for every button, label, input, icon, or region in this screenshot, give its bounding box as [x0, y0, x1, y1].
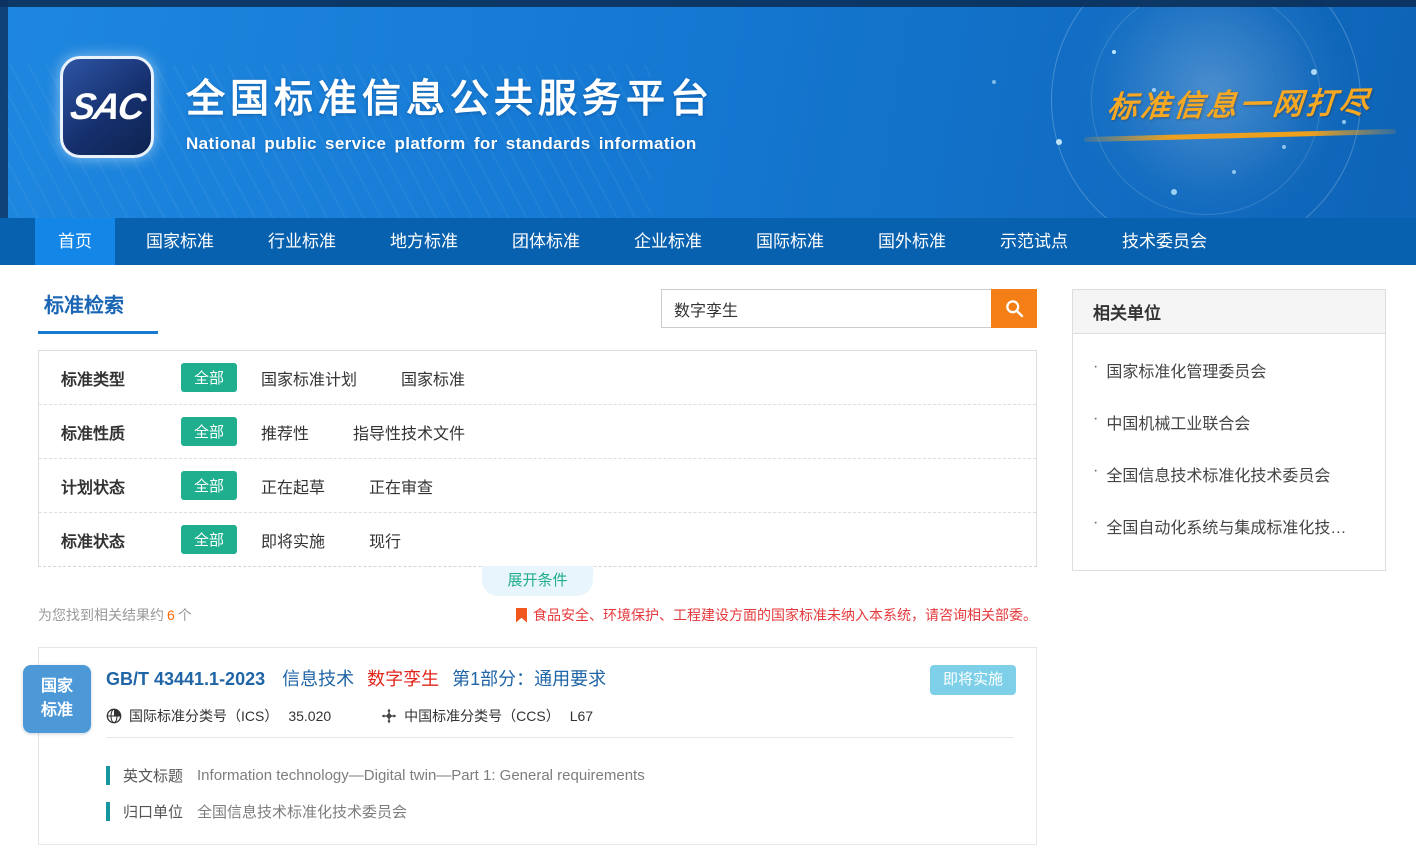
- filter-label: 标准性质: [61, 420, 161, 444]
- field-bar: [106, 766, 110, 785]
- site-title: 全国标准信息公共服务平台: [186, 68, 714, 124]
- filter-label: 计划状态: [61, 474, 161, 498]
- results-count: 6: [167, 607, 175, 623]
- search-input[interactable]: [661, 289, 991, 328]
- search-row: 标准检索: [38, 289, 1037, 334]
- main-content: 标准检索 标准类型 全部 国家标准计划 国家: [0, 265, 1416, 845]
- filter-all-button[interactable]: 全部: [181, 417, 237, 446]
- badge-line2: 标准: [41, 699, 73, 723]
- related-unit-link-it-committee[interactable]: 全国信息技术标准化技术委员会: [1093, 448, 1365, 500]
- nav-item-industry-standards[interactable]: 行业标准: [245, 218, 359, 265]
- filter-option[interactable]: 指导性技术文件: [353, 420, 465, 444]
- standard-number-link[interactable]: GB/T 43441.1-2023: [106, 669, 265, 689]
- related-unit-link-automation-committee[interactable]: 全国自动化系统与集成标准化技…: [1093, 500, 1365, 552]
- filter-option[interactable]: 即将实施: [261, 528, 325, 552]
- nav-item-group-standards[interactable]: 团体标准: [489, 218, 603, 265]
- filter-all-button[interactable]: 全部: [181, 471, 237, 500]
- result-card: 国家 标准 GB/T 43441.1-2023 信息技术 数字孪生 第1部分：通…: [38, 647, 1037, 845]
- field-label: 英文标题: [123, 765, 183, 786]
- globe-icon: [106, 708, 122, 724]
- search-button[interactable]: [991, 289, 1037, 328]
- ccs-value: L67: [570, 708, 593, 724]
- header-slogan: 标准信息一网打尽: [1078, 80, 1402, 138]
- filter-all-button[interactable]: 全部: [181, 363, 237, 392]
- sac-logo-text: SAC: [67, 86, 147, 128]
- filter-all-button[interactable]: 全部: [181, 525, 237, 554]
- slogan-text: 标准信息一网打尽: [1106, 78, 1374, 127]
- sac-logo: SAC: [60, 56, 154, 158]
- related-unit-link-sac[interactable]: 国家标准化管理委员会: [1093, 344, 1365, 396]
- detail-fields: 英文标题 Information technology—Digital twin…: [39, 738, 1036, 844]
- status-badge: 即将实施: [930, 665, 1016, 695]
- header-left-strip: [0, 0, 8, 218]
- national-standard-badge: 国家 标准: [23, 665, 91, 733]
- magnifier-icon: [1004, 298, 1025, 319]
- results-info-row: 为您找到相关结果约6个 食品安全、环境保护、工程建设方面的国家标准未纳入本系统，…: [38, 605, 1037, 625]
- field-label: 归口单位: [123, 801, 183, 822]
- filter-label: 标准类型: [61, 366, 161, 390]
- related-unit-link-machinery[interactable]: 中国机械工业联合会: [1093, 396, 1365, 448]
- results-summary: 为您找到相关结果约6个: [38, 605, 192, 625]
- standard-title-part2[interactable]: 第1部分：通用要求: [452, 669, 606, 689]
- notice-text: 食品安全、环境保护、工程建设方面的国家标准未纳入本系统，请咨询相关部委。: [533, 605, 1037, 625]
- filter-panel: 标准类型 全部 国家标准计划 国家标准 标准性质 全部 推荐性 指导性技术文件 …: [38, 350, 1037, 567]
- nav-item-technical-committees[interactable]: 技术委员会: [1099, 218, 1230, 265]
- sparkle-dots-decoration: [1112, 50, 1116, 54]
- ics-label: 国际标准分类号（ICS）: [129, 706, 278, 726]
- field-row-responsible-unit: 归口单位 全国信息技术标准化技术委员会: [106, 801, 1014, 822]
- filter-row-standard-status: 标准状态 全部 即将实施 现行: [39, 513, 1036, 566]
- left-column: 标准检索 标准类型 全部 国家标准计划 国家: [38, 289, 1037, 845]
- filter-option[interactable]: 正在审查: [369, 474, 433, 498]
- classification-row: 国际标准分类号（ICS） 35.020 中国标: [106, 691, 1014, 738]
- search-box: [661, 289, 1037, 328]
- filter-option[interactable]: 现行: [369, 528, 401, 552]
- nav-item-home[interactable]: 首页: [35, 218, 115, 265]
- filter-option[interactable]: 国家标准计划: [261, 366, 357, 390]
- summary-prefix: 为您找到相关结果约: [38, 607, 164, 623]
- filter-row-standard-nature: 标准性质 全部 推荐性 指导性技术文件: [39, 405, 1036, 459]
- field-value: 全国信息技术标准化技术委员会: [197, 801, 407, 822]
- filter-option[interactable]: 推荐性: [261, 420, 309, 444]
- nav-item-foreign-standards[interactable]: 国外标准: [855, 218, 969, 265]
- site-header: SAC 全国标准信息公共服务平台 National public service…: [0, 0, 1416, 218]
- ics-classification: 国际标准分类号（ICS） 35.020: [106, 706, 331, 726]
- field-value: Information technology—Digital twin—Part…: [197, 767, 645, 784]
- result-title-row: GB/T 43441.1-2023 信息技术 数字孪生 第1部分：通用要求 即将…: [39, 648, 1036, 691]
- header-top-strip: [0, 0, 1416, 7]
- nav-item-pilot-demonstration[interactable]: 示范试点: [977, 218, 1091, 265]
- expand-conditions-button[interactable]: 展开条件: [482, 566, 592, 596]
- badge-line1: 国家: [41, 675, 73, 699]
- page: SAC 全国标准信息公共服务平台 National public service…: [0, 0, 1416, 845]
- ics-value: 35.020: [288, 708, 331, 724]
- nav-item-international-standards[interactable]: 国际标准: [733, 218, 847, 265]
- filter-row-standard-type: 标准类型 全部 国家标准计划 国家标准: [39, 351, 1036, 405]
- standard-title-part1[interactable]: 信息技术: [282, 669, 354, 689]
- page-title: 标准检索: [38, 289, 158, 334]
- filter-option[interactable]: 正在起草: [261, 474, 325, 498]
- filter-option[interactable]: 国家标准: [401, 366, 465, 390]
- site-subtitle: National public service platform for sta…: [186, 134, 714, 154]
- nav-item-local-standards[interactable]: 地方标准: [367, 218, 481, 265]
- nav-item-national-standards[interactable]: 国家标准: [123, 218, 237, 265]
- main-nav: 首页 国家标准 行业标准 地方标准 团体标准 企业标准 国际标准 国外标准 示范…: [0, 218, 1416, 265]
- standard-title-highlight[interactable]: 数字孪生: [367, 669, 439, 689]
- field-bar: [106, 802, 110, 821]
- ccs-label: 中国标准分类号（CCS）: [404, 706, 560, 726]
- nav-item-enterprise-standards[interactable]: 企业标准: [611, 218, 725, 265]
- related-units-panel: 相关单位 国家标准化管理委员会 中国机械工业联合会 全国信息技术标准化技术委员会…: [1072, 289, 1386, 571]
- ccs-classification: 中国标准分类号（CCS） L67: [381, 706, 593, 726]
- summary-suffix: 个: [178, 607, 192, 623]
- title-block: 全国标准信息公共服务平台 National public service pla…: [186, 68, 714, 154]
- related-units-list: 国家标准化管理委员会 中国机械工业联合会 全国信息技术标准化技术委员会 全国自动…: [1073, 334, 1385, 570]
- related-units-title: 相关单位: [1073, 290, 1385, 334]
- bookmark-icon: [516, 608, 527, 623]
- compass-icon: [381, 708, 397, 724]
- system-notice: 食品安全、环境保护、工程建设方面的国家标准未纳入本系统，请咨询相关部委。: [516, 605, 1037, 625]
- field-row-english-title: 英文标题 Information technology—Digital twin…: [106, 765, 1014, 786]
- filter-label: 标准状态: [61, 528, 161, 552]
- filter-row-plan-status: 计划状态 全部 正在起草 正在审查: [39, 459, 1036, 513]
